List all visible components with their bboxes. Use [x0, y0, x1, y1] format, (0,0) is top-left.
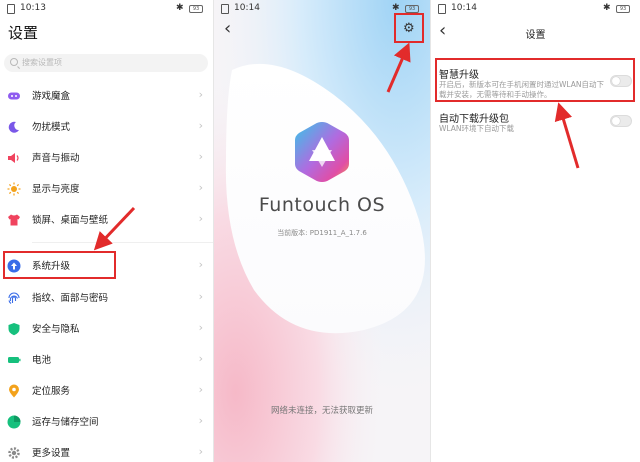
settings-item-security-privacy[interactable]: 安全与隐私 › — [0, 315, 213, 343]
settings-item-battery[interactable]: 电池 › — [0, 346, 213, 374]
current-version: 当前版本: PD1911_A_1.7.6 — [277, 229, 367, 237]
gamepad-icon — [8, 92, 20, 100]
auto-download-description: WLAN环境下自动下载 — [439, 124, 515, 133]
network-status-message: 网络未连接，无法获取更新 — [270, 406, 373, 416]
settings-item-label: 声音与振动 — [32, 153, 80, 164]
battery-icon — [8, 357, 21, 363]
chevron-right-icon: › — [198, 119, 203, 132]
settings-item-label: 定位服务 — [32, 386, 71, 397]
settings-item-label: 电池 — [32, 355, 52, 366]
chevron-right-icon: › — [198, 383, 203, 396]
settings-item-label: 指纹、面部与密码 — [32, 293, 109, 304]
chevron-right-icon: › — [198, 88, 203, 101]
fingerprint-icon — [8, 292, 20, 304]
status-bar: 10:13 ✱ 93 — [0, 0, 213, 18]
chevron-right-icon: › — [198, 181, 203, 194]
chevron-right-icon: › — [198, 290, 203, 303]
speaker-icon — [8, 153, 19, 163]
battery-indicator: 93 — [405, 5, 419, 13]
chevron-right-icon: › — [198, 258, 203, 271]
bluetooth-icon: ✱ — [603, 3, 611, 13]
settings-item-label: 勿扰模式 — [32, 122, 71, 133]
bluetooth-icon: ✱ — [392, 3, 400, 13]
chevron-right-icon: › — [198, 150, 203, 163]
section-divider — [32, 242, 213, 243]
settings-item-label: 运存与储存空间 — [32, 417, 99, 428]
chevron-right-icon: › — [198, 321, 203, 334]
gear-icon — [8, 447, 20, 459]
bluetooth-icon: ✱ — [176, 3, 184, 13]
upgrade-settings-screen: 10:14 ✱ 93 ‹ 设置 智慧升级 开启后，新版本可在手机闲置时通过WLA… — [431, 0, 640, 462]
settings-item-storage[interactable]: 运存与储存空间 › — [0, 408, 213, 436]
status-bar: 10:14 ✱ 93 — [431, 0, 640, 18]
settings-item-label: 锁屏、桌面与壁纸 — [32, 215, 109, 226]
settings-gear-button[interactable]: ⚙ — [394, 13, 424, 43]
status-time: 10:13 — [20, 3, 46, 13]
search-placeholder: 搜索设置项 — [22, 58, 62, 67]
storage-icon — [7, 415, 21, 429]
sim-icon — [221, 4, 229, 14]
moon-icon — [8, 121, 19, 133]
settings-item-do-not-disturb[interactable]: 勿扰模式 › — [0, 113, 213, 141]
location-pin-icon — [9, 384, 19, 398]
battery-indicator: 93 — [189, 5, 203, 13]
settings-item-sound[interactable]: 声音与振动 › — [0, 144, 213, 172]
settings-screen: 10:13 ✱ 93 设置 搜索设置项 游戏魔盒 › 勿扰模式 › 声音与振动 … — [0, 0, 213, 462]
highlight-box — [435, 58, 635, 102]
status-time: 10:14 — [234, 3, 260, 13]
settings-item-lockscreen-wallpaper[interactable]: 锁屏、桌面与壁纸 › — [0, 206, 213, 234]
settings-item-label: 显示与亮度 — [32, 184, 80, 195]
os-name: Funtouch OS — [258, 194, 386, 216]
back-button[interactable]: ‹ — [224, 20, 231, 38]
sim-icon — [438, 4, 446, 14]
chevron-right-icon: › — [198, 212, 203, 225]
sun-icon — [7, 182, 21, 196]
shirt-icon — [8, 214, 20, 226]
search-icon — [10, 58, 18, 66]
auto-download-title: 自动下载升级包 — [439, 114, 509, 125]
page-title: 设置 — [8, 24, 39, 42]
settings-item-label: 游戏魔盒 — [32, 91, 71, 102]
settings-item-more[interactable]: 更多设置 › — [0, 439, 213, 462]
sim-icon — [7, 4, 15, 14]
shield-icon — [8, 323, 20, 336]
gear-icon: ⚙ — [403, 21, 415, 36]
funtouch-logo-icon — [295, 122, 349, 182]
settings-item-display[interactable]: 显示与亮度 › — [0, 175, 213, 203]
battery-indicator: 93 — [616, 5, 630, 13]
chevron-right-icon: › — [198, 445, 203, 458]
settings-item-fingerprint[interactable]: 指纹、面部与密码 › — [0, 284, 213, 312]
settings-item-game-box[interactable]: 游戏魔盒 › — [0, 82, 213, 110]
settings-item-location[interactable]: 定位服务 › — [0, 377, 213, 405]
chevron-right-icon: › — [198, 352, 203, 365]
chevron-right-icon: › — [198, 414, 203, 427]
system-upgrade-screen: 10:14 ✱ 93 ‹ ⚙ Funtouch OS 当前版本: PD1911_… — [214, 0, 430, 462]
settings-item-label: 更多设置 — [32, 448, 71, 459]
search-input[interactable]: 搜索设置项 — [4, 54, 208, 72]
highlight-box — [3, 251, 116, 279]
status-time: 10:14 — [451, 3, 477, 13]
settings-item-label: 安全与隐私 — [32, 324, 80, 335]
auto-download-toggle[interactable] — [610, 115, 632, 127]
page-title: 设置 — [525, 30, 546, 41]
